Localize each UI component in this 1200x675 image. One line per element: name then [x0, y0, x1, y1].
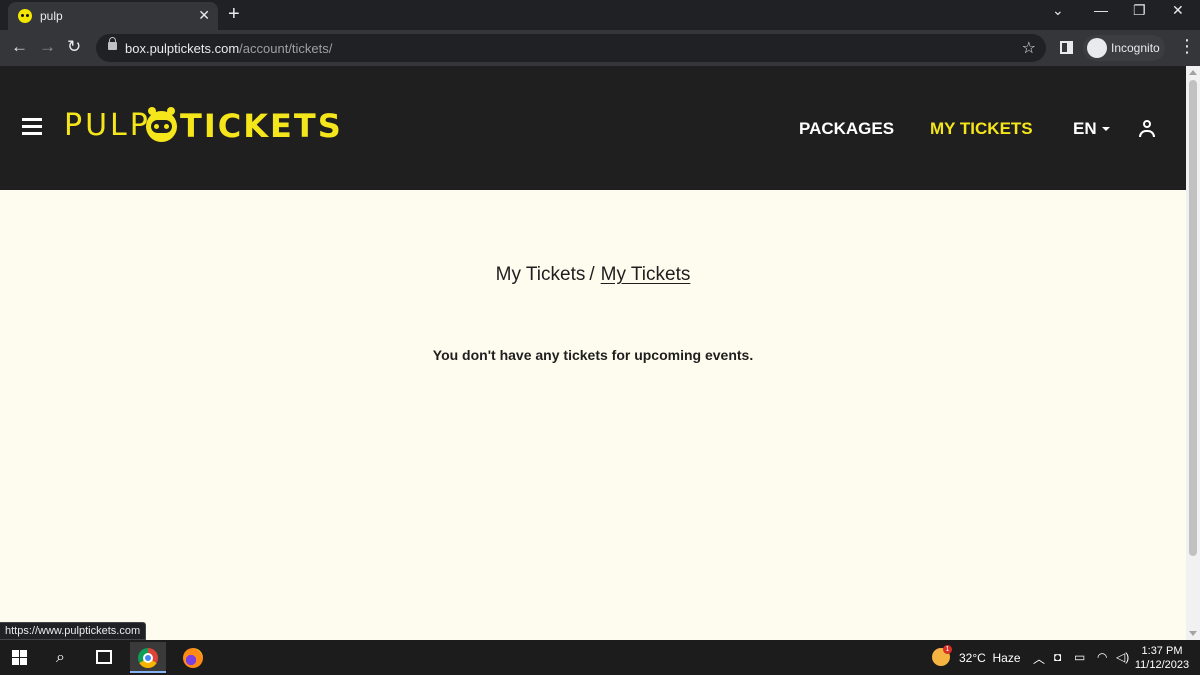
caret-down-icon[interactable] [1102, 127, 1110, 131]
nav-my-tickets[interactable]: MY TICKETS [930, 119, 1033, 139]
tray-chevron-icon[interactable]: ︿ [1033, 650, 1045, 667]
pulp-favicon-icon [18, 9, 32, 23]
browser-menu-icon[interactable]: ⋮ [1178, 36, 1196, 56]
logo-text-pulp: PULP [64, 108, 151, 143]
windows-taskbar: ⌕ 1 32°C Haze ︿ ◘ ▭ ◠ ◁) 1:37 PM 11/12/2… [0, 640, 1200, 675]
chrome-icon [138, 648, 158, 668]
empty-tickets-message: You don't have any tickets for upcoming … [432, 347, 754, 363]
windows-start-icon[interactable] [12, 650, 28, 666]
page-viewport: PULP TICKETS PACKAGES MY TICKETS EN My T… [0, 66, 1186, 640]
reload-icon[interactable]: ↻ [67, 38, 81, 56]
taskbar-clock[interactable]: 1:37 PM 11/12/2023 [1132, 644, 1192, 672]
incognito-label: Incognito [1111, 41, 1160, 55]
breadcrumb-current[interactable]: My Tickets [601, 264, 691, 285]
clock-date: 11/12/2023 [1134, 659, 1190, 671]
tab-title: pulp [40, 9, 63, 23]
site-header: PULP TICKETS PACKAGES MY TICKETS EN [0, 66, 1186, 190]
minimize-icon[interactable]: — [1094, 2, 1108, 18]
taskbar-chrome-button[interactable] [130, 642, 166, 673]
user-account-icon[interactable] [1138, 120, 1156, 138]
breadcrumb-parent[interactable]: My Tickets [496, 264, 586, 285]
meet-now-icon[interactable]: ◘ [1054, 650, 1061, 664]
browser-tab[interactable]: pulp ✕ [8, 2, 218, 30]
firefox-icon[interactable] [183, 648, 203, 668]
tab-close-icon[interactable]: ✕ [198, 7, 210, 23]
breadcrumb-separator: / [589, 264, 595, 285]
search-icon[interactable]: ⌕ [56, 649, 65, 667]
clock-time: 1:37 PM [1141, 645, 1183, 657]
browser-toolbar: ← → ↻ box.pulptickets.com/account/ticket… [0, 30, 1200, 66]
address-bar[interactable]: box.pulptickets.com/account/tickets/ ☆ [96, 34, 1046, 62]
logo-mascot-icon [146, 107, 177, 142]
incognito-badge[interactable]: Incognito [1083, 35, 1165, 61]
logo-text-tickets: TICKETS [180, 107, 343, 145]
breadcrumb: My Tickets / My Tickets [0, 264, 1186, 286]
new-tab-button[interactable]: + [228, 4, 240, 24]
lock-icon[interactable] [108, 37, 117, 50]
nav-packages[interactable]: PACKAGES [799, 119, 894, 139]
weather-alert-badge: 1 [943, 645, 952, 654]
task-view-icon[interactable] [96, 650, 112, 664]
side-panel-icon[interactable] [1060, 41, 1073, 54]
page-scrollbar[interactable] [1186, 66, 1200, 640]
scroll-up-icon[interactable] [1189, 70, 1197, 75]
link-status-bubble: https://www.pulptickets.com [0, 622, 147, 640]
incognito-icon [1087, 38, 1107, 58]
volume-icon[interactable]: ◁) [1116, 650, 1129, 664]
forward-icon[interactable]: → [39, 38, 56, 56]
restore-icon[interactable]: ❐ [1133, 2, 1146, 19]
back-icon[interactable]: ← [11, 38, 28, 56]
tab-search-icon[interactable]: ⌄ [1052, 2, 1064, 19]
wifi-icon[interactable]: ◠ [1097, 650, 1107, 664]
url-text[interactable]: box.pulptickets.com/account/tickets/ [125, 41, 332, 56]
close-window-icon[interactable]: ✕ [1172, 2, 1184, 19]
scroll-down-icon[interactable] [1189, 631, 1197, 636]
weather-widget[interactable]: 32°C Haze [959, 651, 1021, 665]
battery-icon[interactable]: ▭ [1074, 650, 1085, 664]
scroll-thumb[interactable] [1189, 80, 1197, 556]
bookmark-star-icon[interactable]: ☆ [1022, 38, 1036, 58]
language-selector[interactable]: EN [1073, 119, 1097, 139]
browser-tab-strip: pulp ✕ + ⌄ — ❐ ✕ [0, 0, 1200, 30]
hamburger-menu-icon[interactable] [22, 118, 42, 136]
